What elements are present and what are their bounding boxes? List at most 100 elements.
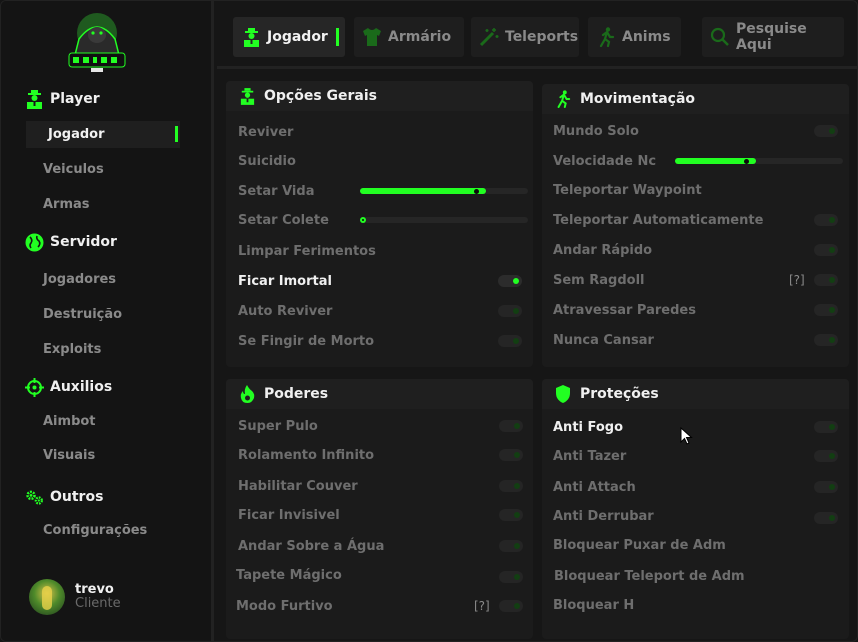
option-suicidio[interactable]: Suicidio: [226, 151, 533, 171]
sidebar-item-veiculos[interactable]: Veiculos: [26, 156, 180, 183]
slider-knob[interactable]: [743, 158, 749, 164]
option-label: Atravessar Paredes: [553, 302, 696, 318]
search-input[interactable]: Pesquise Aqui: [702, 17, 844, 57]
option-teleportar-waypoint[interactable]: Teleportar Waypoint: [542, 180, 849, 200]
option-setar-vida: Setar Vida: [226, 181, 533, 201]
option-label: Bloquear Teleport de Adm: [554, 568, 745, 584]
user-profile[interactable]: trevo Cliente: [29, 579, 121, 615]
option-velocidade-nc: Velocidade Nc: [542, 151, 849, 171]
sem-ragdoll-toggle[interactable]: [814, 274, 838, 286]
atravessar-paredes-toggle[interactable]: [814, 304, 838, 316]
andar-agua-toggle[interactable]: [499, 540, 523, 552]
option-label: Rolamento Infinito: [238, 447, 375, 463]
gorilla-logo: [68, 13, 126, 72]
teleportar-auto-toggle[interactable]: [814, 214, 838, 226]
nunca-cansar-toggle[interactable]: [814, 334, 838, 346]
option-label: Ficar Imortal: [238, 273, 332, 289]
option-label: Habilitar Couver: [238, 478, 358, 494]
option-reviver[interactable]: Reviver: [226, 122, 533, 142]
option-label: Bloquear Puxar de Adm: [553, 537, 726, 553]
option-label: Super Pulo: [238, 418, 318, 434]
mundo-solo-toggle[interactable]: [814, 125, 838, 137]
option-mundo-solo: Mundo Solo: [542, 121, 849, 141]
option-bloquear-puxar[interactable]: Bloquear Puxar de Adm: [542, 535, 849, 555]
tab-anims-label: Anims: [622, 29, 671, 45]
slider-knob[interactable]: [360, 217, 366, 223]
setar-vida-slider[interactable]: [360, 188, 528, 194]
globe-icon: [25, 233, 44, 252]
section-outros: Outros: [25, 486, 103, 508]
modo-furtivo-toggle[interactable]: [499, 600, 523, 612]
ficar-imortal-toggle[interactable]: [498, 275, 522, 287]
magic-wand-icon: [479, 27, 499, 47]
velocidade-slider[interactable]: [675, 158, 843, 164]
setar-colete-slider[interactable]: [360, 217, 528, 223]
option-sem-ragdoll: Sem Ragdoll [?]: [542, 270, 849, 290]
help-icon[interactable]: [?]: [474, 599, 490, 613]
option-label: Mundo Solo: [553, 123, 639, 139]
help-icon[interactable]: [?]: [789, 273, 805, 287]
fire-icon: [238, 385, 256, 403]
tab-anims[interactable]: Anims: [588, 17, 681, 57]
option-andar-rapido: Andar Rápido: [542, 240, 849, 260]
option-label: Auto Reviver: [238, 303, 333, 319]
option-label: Limpar Ferimentos: [238, 243, 376, 259]
option-label: Se Fingir de Morto: [238, 333, 375, 349]
option-label: Teleportar Automaticamente: [553, 212, 764, 228]
se-fingir-toggle[interactable]: [498, 335, 522, 347]
super-pulo-toggle[interactable]: [499, 420, 523, 432]
panel-title: Poderes: [264, 386, 329, 402]
agent-icon: [25, 89, 44, 109]
option-limpar-ferimentos[interactable]: Limpar Ferimentos: [226, 241, 533, 261]
tab-teleports[interactable]: Teleports: [471, 17, 579, 57]
option-label: Anti Derrubar: [553, 508, 654, 524]
anti-tazer-toggle[interactable]: [814, 450, 838, 462]
rolamento-toggle[interactable]: [499, 449, 523, 461]
sidebar-item-visuais[interactable]: Visuais: [26, 442, 180, 469]
sidebar-item-configuracoes[interactable]: Configurações: [26, 517, 180, 544]
option-label: Reviver: [238, 124, 294, 140]
option-label: Ficar Invisivel: [238, 507, 340, 523]
search-placeholder: Pesquise Aqui: [736, 21, 807, 53]
app-window: Player Jogador Veiculos Armas Servidor J…: [0, 0, 858, 642]
slider-knob[interactable]: [474, 188, 479, 194]
sidebar-item-aimbot[interactable]: Aimbot: [26, 408, 180, 435]
option-label: Nunca Cansar: [553, 332, 654, 348]
sidebar-item-jogadores[interactable]: Jogadores: [26, 266, 180, 293]
option-label: Anti Attach: [553, 479, 636, 495]
user-role: Cliente: [75, 596, 121, 611]
option-ficar-imortal: Ficar Imortal: [226, 271, 533, 291]
sidebar-item-exploits[interactable]: Exploits: [26, 336, 180, 363]
option-ficar-invisivel: Ficar Invisivel: [226, 505, 533, 525]
option-atravessar-paredes: Atravessar Paredes: [542, 300, 849, 320]
panel-title: Opções Gerais: [264, 88, 378, 104]
option-label: Bloquear H: [553, 597, 635, 613]
anti-derrubar-toggle[interactable]: [814, 512, 838, 524]
sidebar-item-destruicao[interactable]: Destruição: [26, 301, 180, 328]
tab-jogador[interactable]: Jogador: [233, 17, 345, 57]
ficar-invisivel-toggle[interactable]: [499, 509, 523, 521]
option-label: Teleportar Waypoint: [553, 182, 702, 198]
running-icon: [554, 90, 572, 108]
panel-opcoes-gerais-header: Opções Gerais: [226, 81, 533, 111]
mouse-cursor-icon: [680, 427, 693, 445]
anti-fogo-toggle[interactable]: [814, 421, 838, 433]
option-bloquear-teleport[interactable]: Bloquear Teleport de Adm: [542, 566, 849, 586]
option-label: Velocidade Nc: [553, 153, 657, 169]
tab-armario[interactable]: Armário: [354, 17, 464, 57]
anti-attach-toggle[interactable]: [814, 481, 838, 493]
option-bloquear-h[interactable]: Bloquear H: [542, 595, 849, 615]
option-label: Sem Ragdoll: [553, 272, 645, 288]
andar-rapido-toggle[interactable]: [814, 244, 838, 256]
panel-movimentacao: Movimentação Mundo Solo Velocidade Nc Te…: [542, 84, 849, 367]
option-label: Setar Vida: [238, 183, 315, 199]
auto-reviver-toggle[interactable]: [498, 305, 522, 317]
sidebar-item-armas[interactable]: Armas: [26, 191, 180, 218]
habilitar-couver-toggle[interactable]: [499, 480, 523, 492]
panel-poderes: Poderes Super Pulo Rolamento Infinito Ha…: [226, 379, 533, 639]
section-auxilios: Auxilios: [25, 376, 112, 398]
tapete-toggle[interactable]: [499, 571, 523, 583]
sidebar-item-jogador[interactable]: Jogador: [26, 121, 180, 148]
slider-fill: [360, 188, 486, 194]
option-label: Suicidio: [238, 153, 296, 169]
